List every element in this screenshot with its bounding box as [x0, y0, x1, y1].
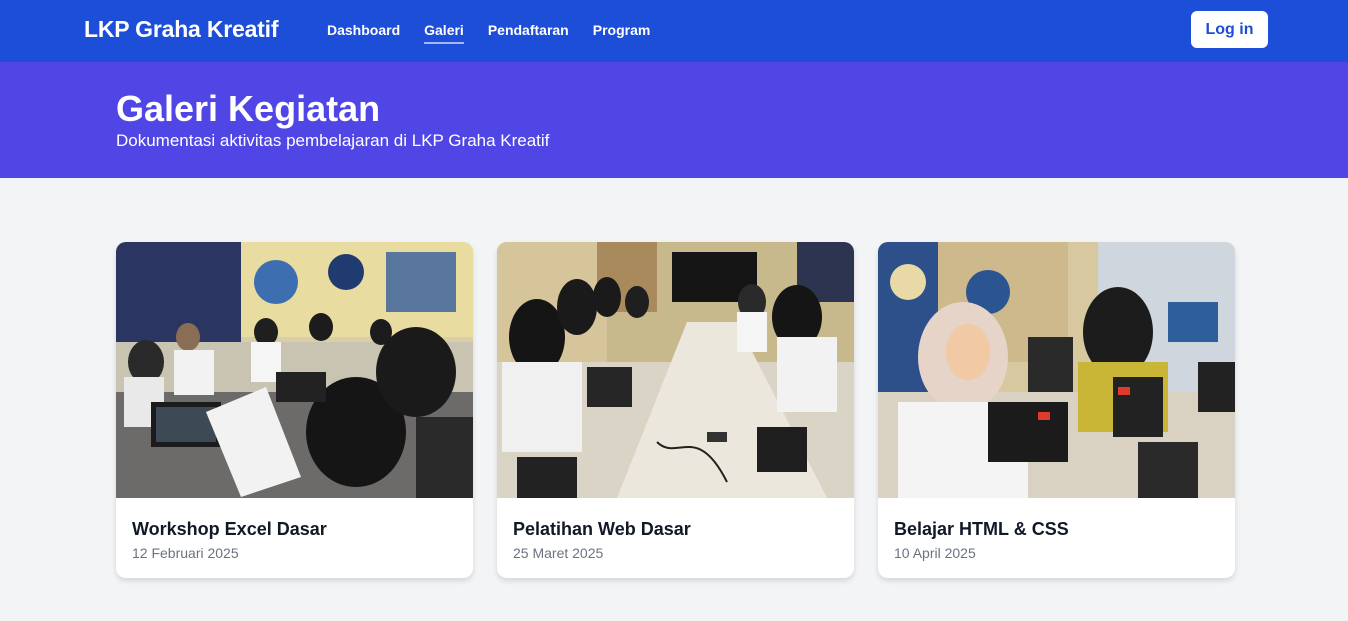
gallery-card-html-css[interactable]: Belajar HTML & CSS 10 April 2025: [878, 242, 1235, 578]
nav-links: Dashboard Galeri Pendaftaran Program: [327, 22, 674, 44]
gallery-photo: [878, 242, 1235, 498]
gallery-photo: [116, 242, 473, 498]
nav-link-galeri[interactable]: Galeri: [424, 22, 464, 44]
card-title: Pelatihan Web Dasar: [513, 519, 691, 539]
gallery-photo: [497, 242, 854, 498]
nav-link-pendaftaran[interactable]: Pendaftaran: [488, 22, 569, 44]
card-date: 10 April 2025: [894, 545, 976, 561]
card-title: Belajar HTML & CSS: [894, 519, 1069, 539]
page-title: Galeri Kegiatan: [116, 88, 381, 129]
login-button[interactable]: Log in: [1191, 11, 1268, 48]
card-title: Workshop Excel Dasar: [132, 519, 327, 539]
nav-link-program[interactable]: Program: [593, 22, 651, 44]
nav-link-dashboard[interactable]: Dashboard: [327, 22, 400, 44]
card-date: 25 Maret 2025: [513, 545, 604, 561]
navbar: LKP Graha Kreatif Dashboard Galeri Penda…: [0, 0, 1348, 62]
card-date: 12 Februari 2025: [132, 545, 239, 561]
gallery-card-web-dasar[interactable]: Pelatihan Web Dasar 25 Maret 2025: [497, 242, 854, 578]
hero-banner: Galeri Kegiatan Dokumentasi aktivitas pe…: [0, 62, 1348, 178]
brand-logo-text[interactable]: LKP Graha Kreatif: [84, 16, 278, 43]
gallery-card-workshop-excel[interactable]: Workshop Excel Dasar 12 Februari 2025: [116, 242, 473, 578]
page-subtitle: Dokumentasi aktivitas pembelajaran di LK…: [116, 131, 550, 150]
